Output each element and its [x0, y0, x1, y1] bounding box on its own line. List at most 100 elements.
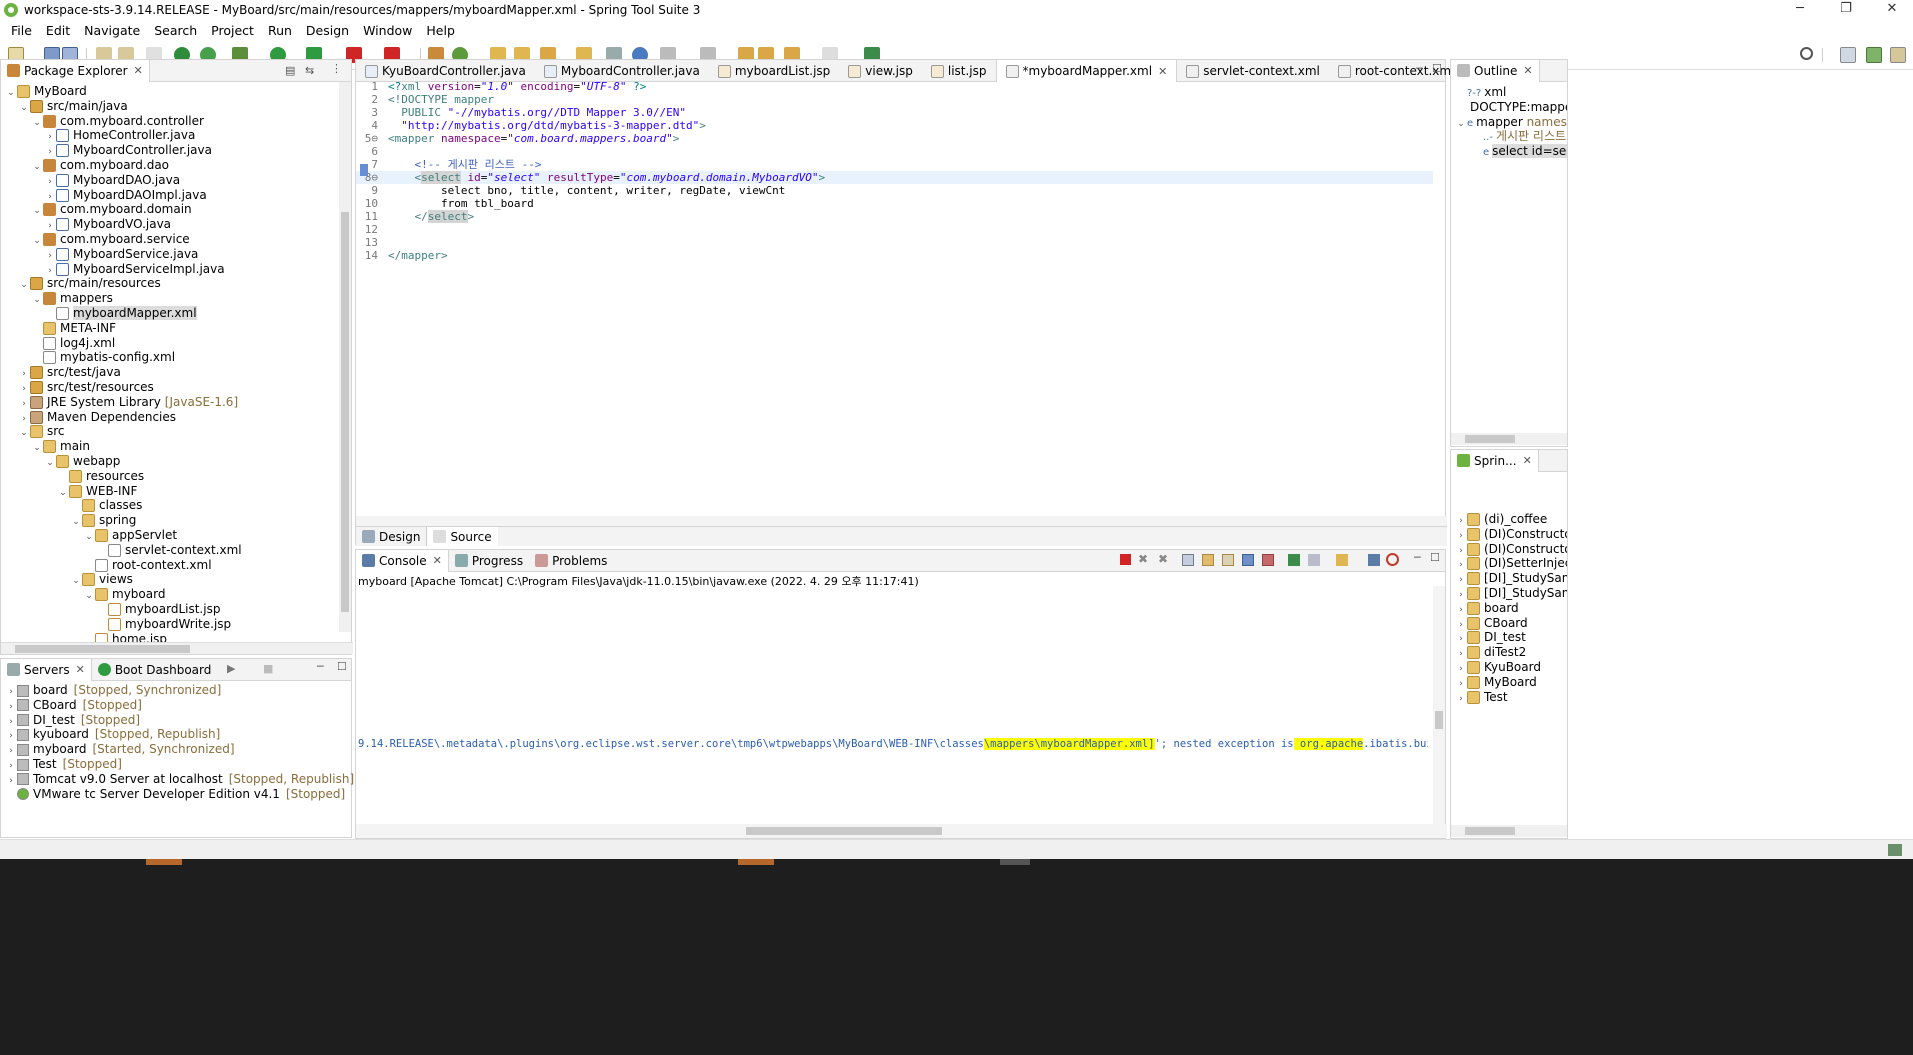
minimize-view-icon[interactable]: ─: [1414, 551, 1421, 564]
terminate-icon[interactable]: [1120, 554, 1131, 565]
collapse-all-icon[interactable]: ▤: [285, 64, 295, 77]
tree-item[interactable]: › MyboardService.java: [44, 247, 198, 262]
stop-server-icon[interactable]: ■: [263, 662, 273, 675]
maximize-button[interactable]: ❐: [1823, 0, 1869, 20]
java-perspective-icon[interactable]: [1890, 47, 1906, 63]
spring-project-item[interactable]: › board: [1455, 601, 1519, 616]
expand-arrow-icon[interactable]: ⌄: [31, 234, 43, 249]
tree-item[interactable]: ⌄ com.myboard.dao: [31, 158, 169, 173]
link-editor-icon[interactable]: ⇆: [305, 64, 314, 77]
spring-project-item[interactable]: ›(DI)Constructor_2: [1455, 542, 1567, 557]
display-console-icon[interactable]: [1308, 554, 1320, 566]
tree-item[interactable]: ⌄ views: [70, 572, 133, 587]
start-server-icon[interactable]: ▶: [227, 662, 235, 675]
spring-project-item[interactable]: › (di)_coffee: [1455, 512, 1547, 527]
scrollbar-thumb[interactable]: [1465, 435, 1515, 443]
close-tab-icon[interactable]: ✕: [76, 663, 85, 676]
tree-item[interactable]: ⌄ myboard: [83, 587, 165, 602]
taskbar-item[interactable]: [738, 859, 774, 865]
tree-item[interactable]: mybatis-config.xml: [31, 350, 175, 365]
tab-spring-explorer[interactable]: Sprin... ✕: [1451, 450, 1539, 472]
editor-tab[interactable]: *myboardMapper.xml ✕: [995, 60, 1178, 82]
tree-item[interactable]: myboardWrite.jsp: [96, 617, 231, 632]
minimize-editor-icon[interactable]: ─: [1416, 62, 1423, 75]
tree-item[interactable]: ⌄ spring: [70, 513, 136, 528]
code-area[interactable]: 1 <?xml version="1.0" encoding="UTF-8" ?>…: [356, 80, 1433, 514]
tree-item[interactable]: ⌄ src: [18, 424, 65, 439]
tree-item[interactable]: ⌄ MyBoard: [5, 84, 87, 99]
spring-perspective-icon[interactable]: [1866, 47, 1882, 63]
tree-item[interactable]: ⌄ src/main/java: [18, 99, 128, 114]
server-item[interactable]: › board [Stopped, Synchronized]: [5, 683, 221, 698]
show-stderr-icon[interactable]: [1262, 554, 1274, 566]
tab-progress[interactable]: Progress: [449, 550, 529, 572]
server-item[interactable]: › CBoard [Stopped]: [5, 698, 142, 713]
tree-item[interactable]: log4j.xml: [31, 336, 115, 351]
editor-tab[interactable]: list.jsp: [922, 60, 996, 82]
scrollbar-thumb[interactable]: [341, 212, 349, 612]
outline-item[interactable]: eselect id=select: [1471, 144, 1567, 159]
tree-item[interactable]: ⌄ appServlet: [83, 528, 177, 543]
menu-search[interactable]: Search: [147, 23, 204, 38]
console-horizontal-scrollbar[interactable]: [356, 824, 1447, 838]
tree-item[interactable]: resources: [57, 469, 144, 484]
taskbar-item[interactable]: [146, 859, 182, 865]
tree-item[interactable]: META-INF: [31, 321, 116, 336]
scrollbar-thumb[interactable]: [15, 645, 190, 653]
tab-boot-dashboard[interactable]: Boot Dashboard: [92, 659, 218, 681]
tab-servers[interactable]: Servers ✕: [1, 658, 92, 681]
close-tab-icon[interactable]: ✕: [1523, 64, 1532, 77]
editor-horizontal-scrollbar[interactable]: [356, 516, 1447, 526]
expand-arrow-icon[interactable]: ⌄: [31, 293, 43, 308]
tree-item[interactable]: › Maven Dependencies: [18, 410, 176, 425]
menu-window[interactable]: Window: [356, 23, 419, 38]
status-icon[interactable]: [1888, 844, 1902, 856]
server-item[interactable]: › myboard [Started, Synchronized]: [5, 742, 234, 757]
vertical-scrollbar[interactable]: [339, 82, 351, 632]
expand-arrow-icon[interactable]: ⌄: [18, 101, 30, 116]
remove-launch-icon[interactable]: ✖: [1138, 552, 1148, 566]
expand-arrow-icon[interactable]: ⌄: [31, 160, 43, 175]
tree-item[interactable]: ⌄ mappers: [31, 291, 113, 306]
tree-item[interactable]: myboardList.jsp: [96, 602, 220, 617]
tree-item[interactable]: › MyboardDAO.java: [44, 173, 180, 188]
scroll-lock-icon[interactable]: [1202, 554, 1214, 566]
tree-item[interactable]: › MyboardController.java: [44, 143, 212, 158]
server-item[interactable]: › Test [Stopped]: [5, 757, 122, 772]
tree-item[interactable]: › src/test/resources: [18, 380, 154, 395]
server-item[interactable]: › DI_test [Stopped]: [5, 713, 140, 728]
editor-tab[interactable]: view.jsp: [839, 60, 922, 82]
close-button[interactable]: ✕: [1869, 0, 1913, 20]
tree-item[interactable]: › JRE System Library [JavaSE-1.6]: [18, 395, 238, 410]
spring-project-item[interactable]: ›[DI]_StudySample(: [1455, 571, 1567, 586]
tree-item[interactable]: ⌄ com.myboard.controller: [31, 114, 204, 129]
open-perspective-icon[interactable]: [1840, 47, 1856, 63]
spring-project-item[interactable]: › MyBoard: [1455, 675, 1537, 690]
tree-item[interactable]: ⌄ src/main/resources: [18, 276, 161, 291]
minimize-view-icon[interactable]: ─: [317, 660, 324, 673]
expand-arrow-icon[interactable]: ⌄: [5, 86, 17, 101]
server-item[interactable]: VMware tc Server Developer Edition v4.1 […: [5, 787, 345, 802]
tree-item[interactable]: › HomeController.java: [44, 128, 195, 143]
outline-item[interactable]: ?-? xml: [1455, 85, 1506, 100]
expand-arrow-icon[interactable]: ⌄: [1455, 117, 1467, 132]
console-record-icon[interactable]: [1386, 553, 1399, 566]
spring-project-item[interactable]: › DI_test: [1455, 630, 1526, 645]
menu-run[interactable]: Run: [261, 23, 299, 38]
expand-arrow-icon[interactable]: ⌄: [57, 486, 69, 501]
tree-item[interactable]: ⌄ main: [31, 439, 90, 454]
tab-problems[interactable]: Problems: [529, 550, 613, 572]
maximize-view-icon[interactable]: ☐: [337, 660, 347, 673]
expand-arrow-icon[interactable]: ⌄: [44, 456, 56, 471]
show-stdout-icon[interactable]: [1242, 554, 1254, 566]
server-item[interactable]: › kyuboard [Stopped, Republish]: [5, 727, 220, 742]
expand-arrow-icon[interactable]: ⌄: [70, 515, 82, 530]
maximize-view-icon[interactable]: ☐: [1430, 551, 1440, 564]
menu-edit[interactable]: Edit: [39, 23, 77, 38]
outline-item[interactable]: ..- 게시판 리스트: [1471, 129, 1566, 144]
scrollbar-thumb[interactable]: [1435, 711, 1443, 729]
tree-item[interactable]: › src/test/java: [18, 365, 121, 380]
menu-design[interactable]: Design: [299, 23, 356, 38]
tree-item[interactable]: ⌄ webapp: [44, 454, 120, 469]
tree-item[interactable]: › MyboardVO.java: [44, 217, 171, 232]
